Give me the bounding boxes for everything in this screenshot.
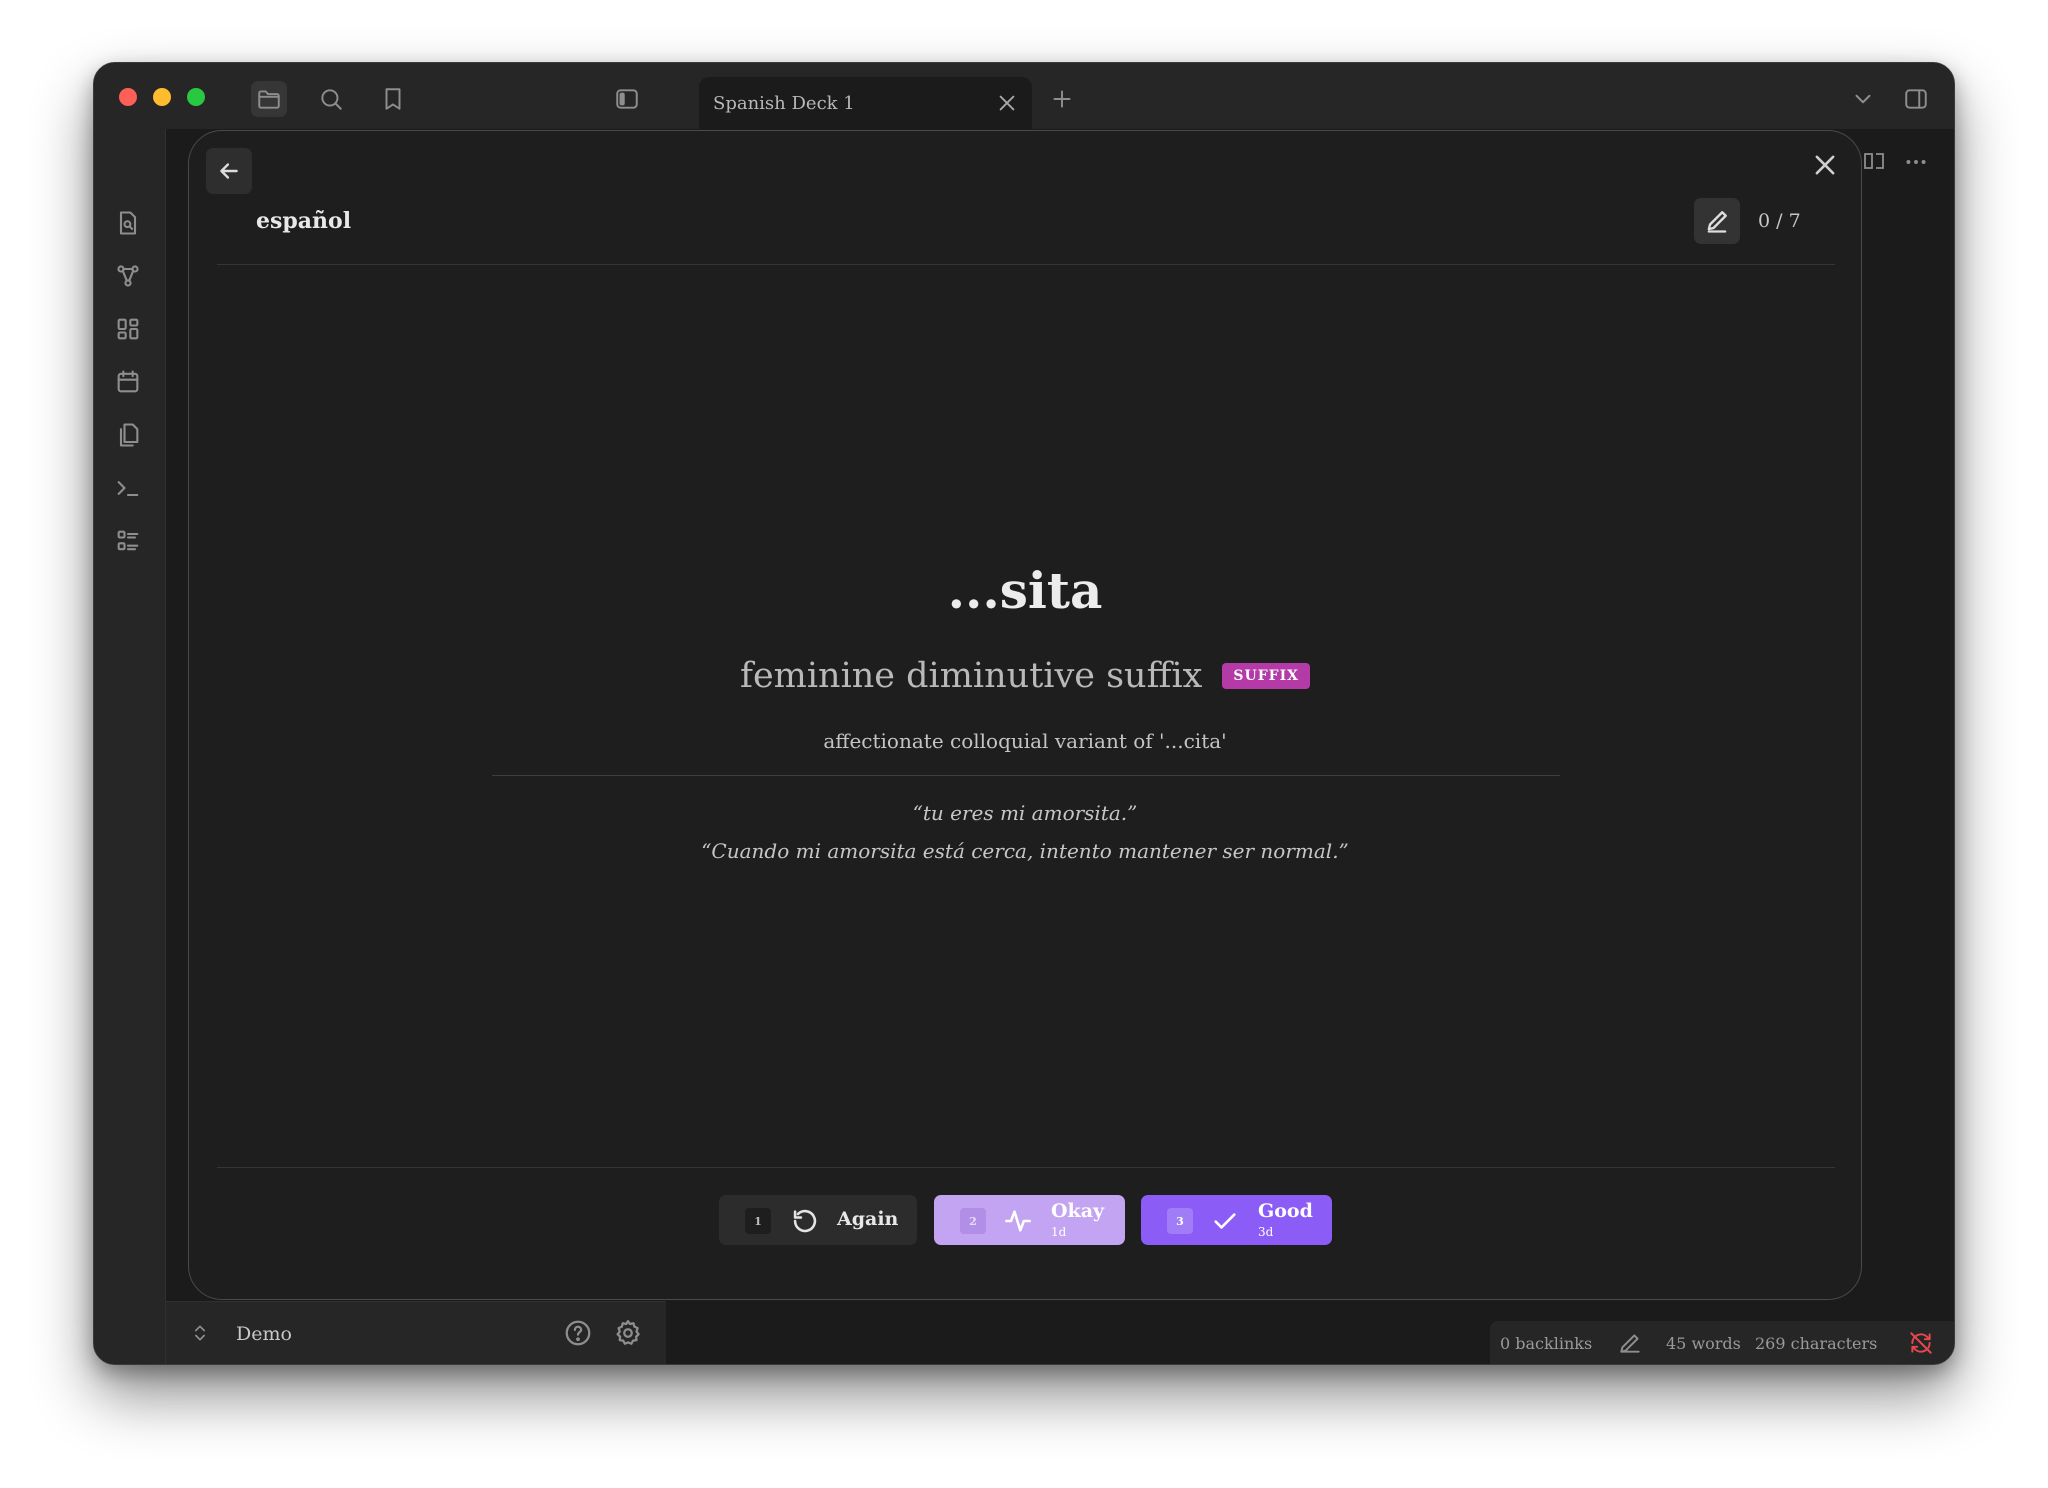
arrow-left-icon <box>220 163 238 179</box>
rating-interval: 3d <box>1258 1225 1274 1239</box>
again-button[interactable]: 1 Again <box>719 1195 917 1245</box>
more-options-icon[interactable] <box>1903 149 1931 177</box>
header-divider <box>217 264 1835 265</box>
word-count: 45 words <box>1666 1334 1741 1353</box>
shortcut-key: 1 <box>745 1208 771 1234</box>
copy-files-icon[interactable] <box>114 421 146 453</box>
pencil-icon <box>1707 211 1727 233</box>
example-sentence: “Cuando mi amorsita está cerca, intento … <box>701 839 1349 863</box>
deck-name: español <box>256 208 352 234</box>
shortcut-key: 2 <box>960 1208 986 1234</box>
folder-icon[interactable] <box>251 81 287 117</box>
rating-interval: 1d <box>1051 1225 1067 1239</box>
rating-label: Okay <box>1051 1200 1105 1222</box>
title-bar: Spanish Deck 1 <box>94 63 1954 129</box>
card-definition-row: feminine diminutive suffix SUFFIX <box>189 656 1861 696</box>
sync-error-icon[interactable] <box>1908 1330 1936 1358</box>
review-progress: 0 / 7 <box>1758 210 1801 232</box>
character-count: 269 characters <box>1755 1334 1878 1353</box>
chevron-down-icon[interactable] <box>1845 81 1881 117</box>
terminal-icon[interactable] <box>114 474 146 506</box>
shortcut-key: 3 <box>1167 1208 1193 1234</box>
rating-label: Again <box>837 1208 899 1230</box>
close-tab-icon[interactable] <box>996 92 1018 114</box>
vault-name[interactable]: Demo <box>236 1323 292 1345</box>
sidebar-toggle-right-icon[interactable] <box>1898 81 1934 117</box>
status-bar: 0 backlinks 45 words 269 characters <box>1490 1321 1954 1364</box>
part-of-speech-badge: SUFFIX <box>1222 663 1310 689</box>
check-icon <box>1211 1207 1239 1235</box>
help-icon[interactable] <box>563 1318 595 1350</box>
minimize-window-button[interactable] <box>153 88 171 106</box>
back-button[interactable] <box>206 148 252 194</box>
maximize-window-button[interactable] <box>187 88 205 106</box>
example-sentence: “tu eres mi amorsita.” <box>912 801 1138 825</box>
close-modal-icon[interactable] <box>1811 151 1841 181</box>
sidebar-toggle-left-icon[interactable] <box>609 81 645 117</box>
close-window-button[interactable] <box>119 88 137 106</box>
file-search-icon[interactable] <box>114 209 146 241</box>
vault-switcher-bar: Demo <box>166 1301 666 1364</box>
chevron-up-down-icon[interactable] <box>190 1320 212 1348</box>
search-icon[interactable] <box>313 81 349 117</box>
new-tab-icon[interactable] <box>1044 81 1080 117</box>
rotate-ccw-icon <box>791 1207 819 1235</box>
okay-button[interactable]: 2 Okay 1d <box>934 1195 1125 1245</box>
activity-icon <box>1004 1207 1032 1235</box>
card-front-text: ...sita <box>947 561 1103 620</box>
rating-label: Good <box>1258 1200 1313 1222</box>
card-note: affectionate colloquial variant of '...c… <box>823 729 1227 753</box>
dashboard-icon[interactable] <box>114 315 146 347</box>
calendar-icon[interactable] <box>114 368 146 400</box>
good-button[interactable]: 3 Good 3d <box>1141 1195 1332 1245</box>
backlinks-count[interactable]: 0 backlinks <box>1500 1334 1592 1353</box>
flashcard-review-modal: español 0 / 7 ...sita feminine diminutiv… <box>188 130 1862 1300</box>
app-window: Spanish Deck 1 Demo 0 backlinks 45 words… <box>93 62 1955 1365</box>
settings-gear-icon[interactable] <box>613 1318 645 1350</box>
card-divider <box>492 775 1560 776</box>
edit-card-button[interactable] <box>1694 198 1740 244</box>
tab-spanish-deck[interactable]: Spanish Deck 1 <box>699 77 1032 129</box>
left-ribbon <box>94 129 166 1364</box>
tab-title: Spanish Deck 1 <box>713 93 855 114</box>
footer-divider <box>217 1167 1835 1168</box>
card-definition: feminine diminutive suffix <box>739 656 1203 696</box>
bookmark-icon[interactable] <box>375 81 411 117</box>
edit-mode-icon[interactable] <box>1617 1330 1645 1358</box>
list-view-icon[interactable] <box>114 527 146 559</box>
reading-view-icon[interactable] <box>1862 149 1890 177</box>
graph-view-icon[interactable] <box>114 262 146 294</box>
right-pane-background <box>1861 129 1954 1321</box>
